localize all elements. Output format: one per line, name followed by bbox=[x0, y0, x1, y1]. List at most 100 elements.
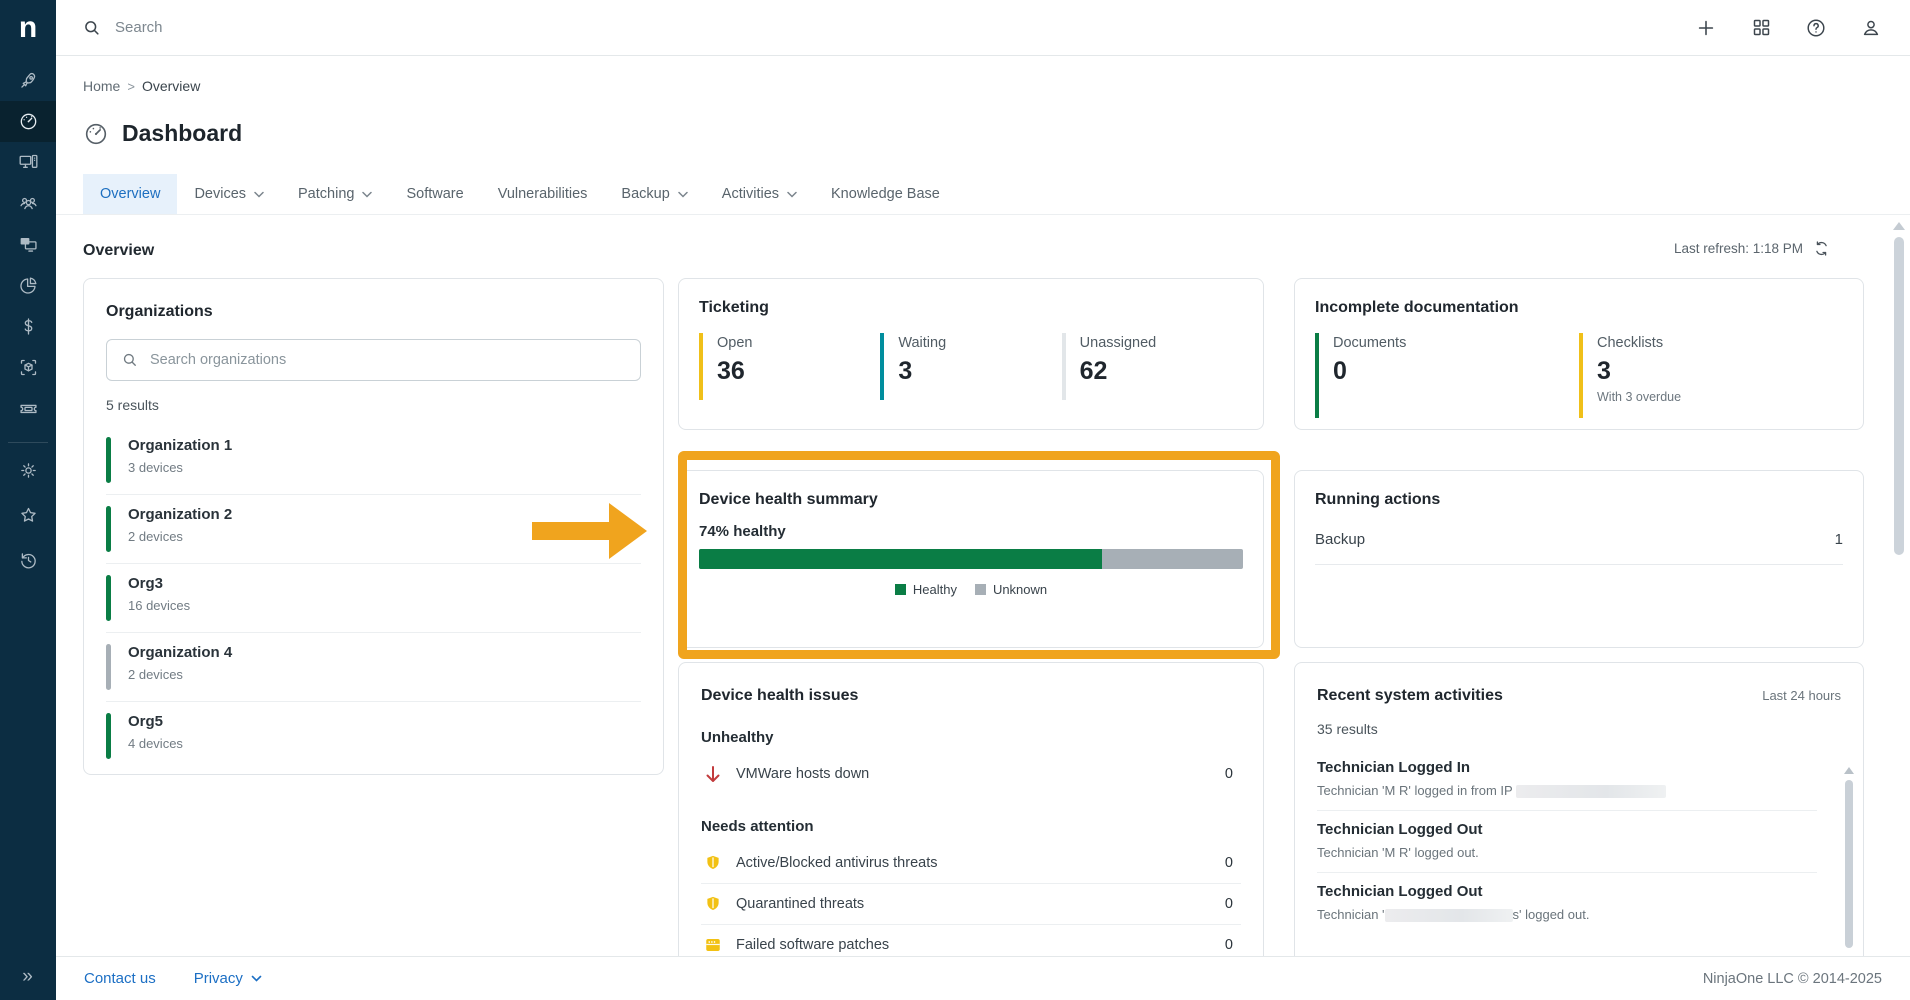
issue-row-quarantined-threats[interactable]: Quarantined threats 0 bbox=[701, 883, 1241, 924]
stat-checklists[interactable]: Checklists 3 With 3 overdue bbox=[1579, 333, 1843, 418]
sidebar-item-reports[interactable] bbox=[0, 265, 56, 306]
legend-item-unknown: Unknown bbox=[975, 582, 1047, 597]
issue-row-vmware-hosts-down[interactable]: VMWare hosts down 0 bbox=[701, 754, 1241, 794]
shield-icon bbox=[703, 894, 723, 914]
search-input[interactable] bbox=[115, 19, 535, 36]
account-button[interactable] bbox=[1858, 15, 1884, 41]
tab-vulnerabilities[interactable]: Vulnerabilities bbox=[481, 174, 605, 214]
page-scrollbar[interactable] bbox=[1893, 222, 1905, 555]
stat-waiting-tickets[interactable]: Waiting 3 bbox=[880, 333, 1061, 400]
tab-software[interactable]: Software bbox=[389, 174, 480, 214]
devices-icon bbox=[18, 152, 39, 173]
ninjaone-logo[interactable]: n bbox=[0, 0, 56, 56]
org-list-item[interactable]: Organization 2 2 devices bbox=[106, 494, 641, 563]
org-status-bar bbox=[106, 644, 111, 690]
help-button[interactable] bbox=[1803, 15, 1829, 41]
issue-row-failed-software-patches[interactable]: Failed software patches 0 bbox=[701, 924, 1241, 956]
stat-documents[interactable]: Documents 0 bbox=[1315, 333, 1579, 418]
organizations-search[interactable] bbox=[106, 339, 641, 381]
org-list-item[interactable]: Org5 4 devices bbox=[106, 701, 641, 770]
sidebar-item-assets[interactable] bbox=[0, 347, 56, 388]
organizations-result-count: 5 results bbox=[106, 397, 641, 413]
issue-row-antivirus-threats[interactable]: Active/Blocked antivirus threats 0 bbox=[701, 843, 1241, 883]
sidebar-item-devices[interactable] bbox=[0, 142, 56, 183]
legend-label: Healthy bbox=[913, 582, 957, 597]
shield-icon bbox=[703, 853, 723, 873]
tab-backup[interactable]: Backup bbox=[604, 174, 704, 214]
activity-title: Technician Logged Out bbox=[1317, 883, 1817, 900]
tab-overview[interactable]: Overview bbox=[83, 174, 177, 214]
stat-open-tickets[interactable]: Open 36 bbox=[699, 333, 880, 400]
tab-activities[interactable]: Activities bbox=[705, 174, 814, 214]
sidebar-collapse-button[interactable]: » bbox=[0, 966, 56, 988]
issue-label: Active/Blocked antivirus threats bbox=[736, 855, 1212, 871]
sidebar-item-history[interactable] bbox=[0, 538, 56, 583]
ticketing-title: Ticketing bbox=[699, 299, 1243, 317]
organizations-title: Organizations bbox=[106, 303, 641, 321]
org-name: Organization 1 bbox=[128, 437, 232, 454]
refresh-button[interactable] bbox=[1813, 240, 1830, 257]
sidebar-item-settings[interactable] bbox=[0, 448, 56, 493]
sidebar-item-dashboard[interactable] bbox=[0, 101, 56, 142]
breadcrumb: Home > Overview bbox=[83, 78, 200, 94]
recent-activities-card: Recent system activities Last 24 hours 3… bbox=[1294, 662, 1864, 956]
running-action-row[interactable]: Backup 1 bbox=[1315, 531, 1843, 565]
org-status-bar bbox=[106, 506, 111, 552]
sidebar: n bbox=[0, 0, 56, 1000]
device-health-summary-card: Device health summary 74% healthy Health… bbox=[678, 470, 1264, 648]
sidebar-item-ticketing[interactable] bbox=[0, 388, 56, 429]
page-title: Dashboard bbox=[122, 120, 242, 147]
main-content: Home > Overview Dashboard Overview Devic… bbox=[56, 56, 1910, 956]
organizations-search-input[interactable] bbox=[150, 352, 626, 368]
activity-scrollbar[interactable] bbox=[1844, 767, 1854, 956]
issue-count: 0 bbox=[1225, 766, 1239, 782]
stat-unassigned-tickets[interactable]: Unassigned 62 bbox=[1062, 333, 1243, 400]
scrollbar-thumb[interactable] bbox=[1845, 780, 1853, 948]
section-title: Overview bbox=[83, 242, 154, 260]
help-icon bbox=[1805, 17, 1827, 39]
device-health-issues-title: Device health issues bbox=[701, 687, 1241, 705]
redacted-text-block bbox=[1385, 909, 1513, 922]
double-chevron-right-icon: » bbox=[22, 966, 34, 987]
issue-label: VMWare hosts down bbox=[736, 766, 1212, 782]
last-refresh-label: Last refresh: 1:18 PM bbox=[1674, 241, 1803, 256]
activity-list: Technician Logged In Technician 'M R' lo… bbox=[1317, 749, 1841, 934]
apps-button[interactable] bbox=[1748, 15, 1774, 41]
org-device-count: 16 devices bbox=[128, 598, 190, 613]
scroll-up-arrow-icon[interactable] bbox=[1893, 222, 1905, 230]
stat-value: 3 bbox=[898, 357, 1061, 386]
add-button[interactable] bbox=[1693, 15, 1719, 41]
tab-patching[interactable]: Patching bbox=[281, 174, 389, 214]
breadcrumb-home[interactable]: Home bbox=[83, 78, 120, 94]
activity-title: Technician Logged Out bbox=[1317, 821, 1817, 838]
tab-knowledge-base[interactable]: Knowledge Base bbox=[814, 174, 957, 214]
users-icon bbox=[18, 193, 39, 214]
history-clock-icon bbox=[18, 550, 39, 571]
org-list-item[interactable]: Organization 1 3 devices bbox=[106, 426, 641, 494]
sidebar-item-billing[interactable] bbox=[0, 306, 56, 347]
activity-item[interactable]: Technician Logged Out Technician 'M R' l… bbox=[1317, 810, 1817, 872]
org-list-item[interactable]: Organization 4 2 devices bbox=[106, 632, 641, 701]
sidebar-item-end-users[interactable] bbox=[0, 183, 56, 224]
scroll-up-arrow-icon[interactable] bbox=[1844, 767, 1854, 774]
tab-label: Knowledge Base bbox=[831, 186, 940, 202]
scrollbar-thumb[interactable] bbox=[1894, 237, 1904, 555]
running-actions-card: Running actions Backup 1 bbox=[1294, 470, 1864, 648]
legend-swatch-healthy bbox=[895, 584, 906, 595]
activity-description: Technician 's' logged out. bbox=[1317, 907, 1817, 922]
sidebar-item-getting-started[interactable] bbox=[0, 60, 56, 101]
tab-label: Activities bbox=[722, 186, 779, 202]
stat-label: Waiting bbox=[898, 335, 1061, 351]
sidebar-item-favorites[interactable] bbox=[0, 493, 56, 538]
global-search[interactable] bbox=[56, 18, 535, 38]
issues-list-unhealthy: VMWare hosts down 0 bbox=[701, 754, 1241, 794]
tab-devices[interactable]: Devices bbox=[177, 174, 281, 214]
contact-us-link[interactable]: Contact us bbox=[84, 970, 156, 987]
org-list-item[interactable]: Org3 16 devices bbox=[106, 563, 641, 632]
activity-item[interactable]: Technician Logged In Technician 'M R' lo… bbox=[1317, 749, 1817, 810]
sidebar-item-remote-screens[interactable] bbox=[0, 224, 56, 265]
org-status-bar bbox=[106, 437, 111, 483]
activity-item[interactable]: Technician Logged Out Technician 's' log… bbox=[1317, 872, 1817, 934]
tab-label: Patching bbox=[298, 186, 354, 202]
privacy-link[interactable]: Privacy bbox=[194, 970, 262, 987]
